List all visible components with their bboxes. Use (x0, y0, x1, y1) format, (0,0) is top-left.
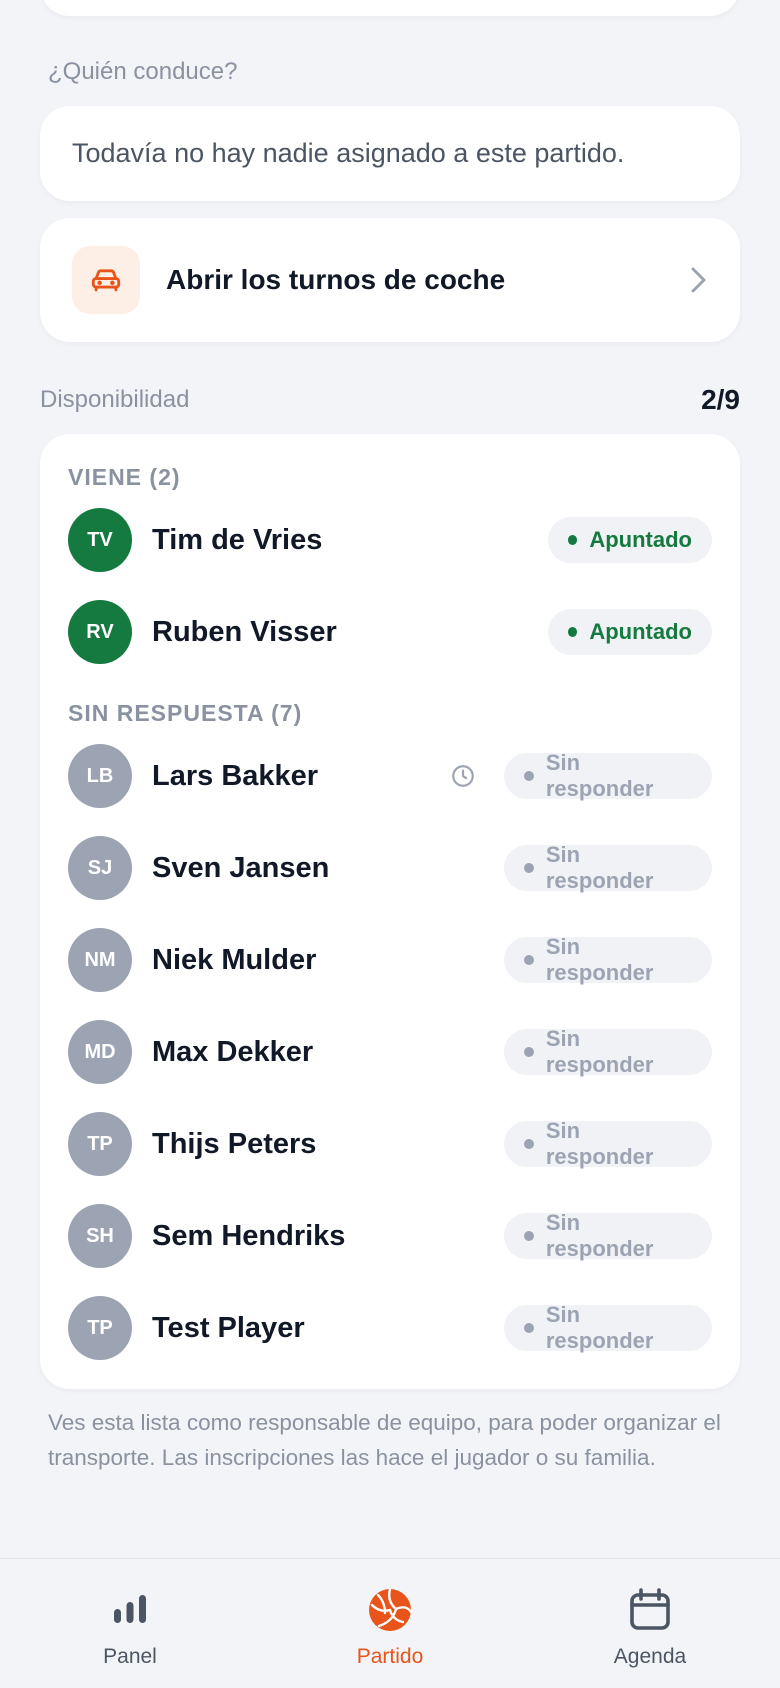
tab-agenda[interactable]: Agenda (520, 1559, 780, 1688)
player-name: Sem Hendriks (152, 1219, 346, 1252)
avatar: TP (68, 1296, 132, 1360)
status-badge: Sin responder (504, 1210, 712, 1261)
tab-panel[interactable]: Panel (0, 1559, 260, 1688)
bar-chart-icon (114, 1595, 146, 1623)
group-label-coming: VIENE (2) (68, 464, 181, 490)
avatar: LB (68, 744, 132, 808)
status-dot (524, 1231, 534, 1241)
driver-empty-text: Todavía no hay nadie asignado a este par… (72, 138, 625, 168)
status-text: Sin responder (545, 1210, 654, 1261)
status-dot (524, 1139, 534, 1149)
avatar: SH (68, 1204, 132, 1268)
player-row[interactable]: NM Niek Mulder Sin responder (68, 927, 712, 993)
status-badge: Apuntado (548, 517, 712, 563)
tab-label: Partido (356, 1645, 424, 1668)
player-row[interactable]: TV Tim de Vries Apuntado (68, 507, 712, 573)
avatar: NM (68, 928, 132, 992)
tab-partido[interactable]: Partido (260, 1559, 520, 1688)
status-dot (524, 863, 534, 873)
player-name: Max Dekker (152, 1035, 314, 1068)
player-name: Sven Jansen (152, 851, 330, 884)
player-name: Ruben Visser (152, 615, 337, 648)
driver-card: Todavía no hay nadie asignado a este par… (40, 106, 740, 201)
tab-bar: Panel Partido Agenda (0, 1558, 780, 1688)
status-text: Sin responder (545, 842, 654, 893)
status-text: Apuntado (589, 619, 692, 644)
status-badge: Apuntado (548, 609, 712, 655)
avatar: RV (68, 600, 132, 664)
avatar: TP (68, 1112, 132, 1176)
calendar-icon (630, 1588, 670, 1630)
player-row[interactable]: SH Sem Hendriks Sin responder (68, 1203, 712, 1269)
status-dot (568, 535, 578, 545)
status-dot (524, 771, 534, 781)
availability-title: Disponibilidad (40, 386, 190, 413)
status-text: Sin responder (545, 1302, 654, 1353)
status-text: Sin responder (545, 750, 654, 801)
tab-label: Panel (103, 1645, 157, 1668)
player-row[interactable]: RV Ruben Visser Apuntado (68, 599, 712, 665)
player-row[interactable]: LB Lars Bakker Sin responder (68, 743, 712, 809)
player-row[interactable]: TP Thijs Peters Sin responder (68, 1111, 712, 1177)
player-name: Thijs Peters (152, 1127, 317, 1160)
player-name: Tim de Vries (152, 523, 323, 556)
manager-note: Ves esta lista como responsable de equip… (48, 1410, 721, 1470)
status-badge: Sin responder (504, 1302, 712, 1353)
volleyball-icon (369, 1587, 413, 1631)
avatar: SJ (68, 836, 132, 900)
status-badge: Sin responder (504, 1026, 712, 1077)
status-badge: Sin responder (504, 1118, 712, 1169)
status-dot (524, 1323, 534, 1333)
player-row[interactable]: SJ Sven Jansen Sin responder (68, 835, 712, 901)
player-name: Lars Bakker (152, 759, 319, 792)
status-text: Sin responder (545, 1118, 654, 1169)
player-name: Test Player (152, 1311, 305, 1344)
status-dot (524, 955, 534, 965)
carpool-button[interactable]: Abrir los turnos de coche (40, 218, 740, 342)
player-row[interactable]: TP Test Player Sin responder (68, 1295, 712, 1361)
driver-section-label: ¿Quién conduce? (48, 58, 238, 85)
clock-icon (452, 765, 474, 787)
status-dot (524, 1047, 534, 1057)
status-text: Sin responder (545, 1026, 654, 1077)
status-dot (568, 627, 578, 637)
group-label-no-response: SIN RESPUESTA (7) (68, 700, 303, 726)
carpool-label: Abrir los turnos de coche (166, 264, 506, 295)
status-text: Sin responder (545, 934, 654, 985)
avatar: MD (68, 1020, 132, 1084)
player-row[interactable]: MD Max Dekker Sin responder (68, 1019, 712, 1085)
availability-count: 2/9 (701, 384, 740, 415)
avatar: TV (68, 508, 132, 572)
chevron-right-icon (691, 267, 706, 293)
status-badge: Sin responder (504, 934, 712, 985)
player-name: Niek Mulder (152, 943, 317, 976)
car-icon (72, 246, 140, 314)
status-text: Apuntado (589, 527, 692, 552)
previous-card (40, 0, 740, 16)
status-badge: Sin responder (504, 750, 712, 801)
availability-header: Disponibilidad 2/9 (40, 384, 740, 416)
availability-list: VIENE (2) TV Tim de Vries Apuntado RV Ru… (40, 434, 740, 1389)
status-badge: Sin responder (504, 842, 712, 893)
tab-label: Agenda (613, 1645, 687, 1668)
